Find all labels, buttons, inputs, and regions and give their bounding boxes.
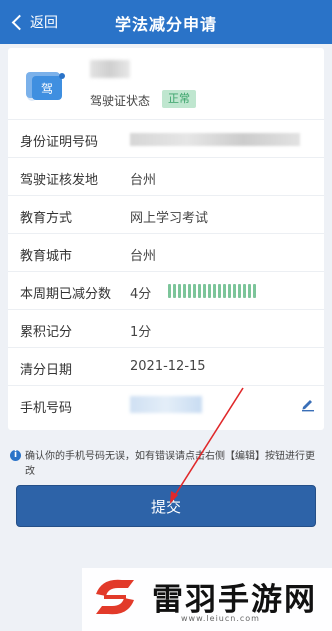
row-value: 1分 [130,325,152,340]
watermark-title: 雷羽手游网 [152,582,317,618]
progress-segment [208,284,211,298]
note-text: 确认你的手机号码无误，如有错误请点击右侧【编辑】按钮进行更改 [25,451,315,477]
progress-segment [168,284,171,298]
progress-segment [178,284,181,298]
header-bar: 返回 学法减分申请 [0,0,332,44]
row-value: 网上学习考试 [130,211,209,226]
id-number-redacted [130,133,300,146]
progress-segment [183,284,186,298]
progress-segment [193,284,196,298]
row-issue-place: 驾驶证核发地 台州 [8,158,324,196]
row-label: 手机号码 [20,401,73,416]
progress-segment [243,284,246,298]
driver-license-icon: 驾 [26,72,65,101]
progress-segment [218,284,221,298]
row-label: 教育方式 [20,211,73,226]
progress-segment [173,284,176,298]
row-value: 4分 [130,287,152,302]
watermark-url: www.leiucn.com [181,614,260,623]
progress-segment [248,284,251,298]
edit-icon[interactable] [300,396,316,412]
info-card: 驾 驾驶证状态 正常 身份证明号码 驾驶证核发地 台州 教育方式 网上学习考试 … [8,48,324,430]
row-value: 台州 [130,249,157,264]
phone-confirm-note: i 确认你的手机号码无误，如有错误请点击右侧【编辑】按钮进行更改 [10,449,322,479]
row-value: 2021-12-15 [130,359,206,374]
row-education-method: 教育方式 网上学习考试 [8,196,324,234]
watermark: 雷羽手游网 www.leiucn.com [82,568,332,631]
progress-segment [238,284,241,298]
row-label: 清分日期 [20,363,73,378]
progress-segment [223,284,226,298]
progress-segment [213,284,216,298]
row-accumulated-points: 累积记分 1分 [8,310,324,348]
row-phone: 手机号码 [8,386,324,430]
row-education-city: 教育城市 台州 [8,234,324,272]
row-label: 本周期已减分数 [20,287,112,302]
license-status-label: 驾驶证状态 [90,94,151,108]
row-label: 累积记分 [20,325,73,340]
page-title: 学法减分申请 [114,15,217,34]
progress-segment [203,284,206,298]
user-name-redacted [90,60,130,78]
license-icon-char: 驾 [41,82,53,96]
progress-segment [228,284,231,298]
row-points-reduced: 本周期已减分数 4分 [8,272,324,310]
status-badge: 正常 [162,90,196,108]
submit-button[interactable]: 提交 [16,485,316,527]
row-value: 台州 [130,173,157,188]
progress-segment [233,284,236,298]
progress-segment [198,284,201,298]
phone-number-redacted [130,396,202,413]
row-clear-date: 清分日期 2021-12-15 [8,348,324,386]
row-id-number: 身份证明号码 [8,120,324,158]
progress-segment [188,284,191,298]
row-label: 身份证明号码 [20,135,99,150]
points-progress-bar [168,284,256,298]
profile-section: 驾 驾驶证状态 正常 [8,48,324,120]
info-icon: i [10,450,21,461]
row-label: 驾驶证核发地 [20,173,99,188]
progress-segment [253,284,256,298]
row-label: 教育城市 [20,249,73,264]
watermark-logo-icon [96,579,134,615]
